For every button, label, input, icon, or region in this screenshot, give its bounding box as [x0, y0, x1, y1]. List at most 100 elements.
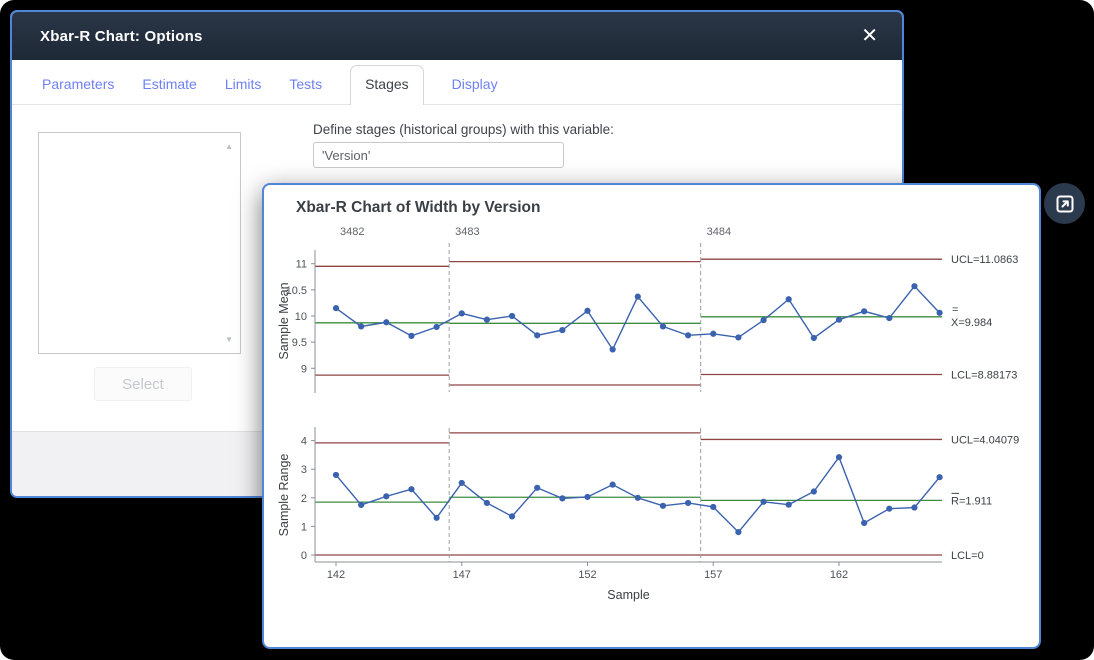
open-in-new-icon [1055, 194, 1075, 214]
limit-label: R=1.911 [951, 495, 992, 507]
mean-data-point [534, 332, 540, 338]
limit-label: LCL=0 [951, 550, 984, 562]
range-data-point [836, 454, 842, 460]
mean-data-point [509, 313, 515, 319]
y-tick-label: 11 [296, 259, 307, 271]
tab-tests[interactable]: Tests [289, 66, 322, 104]
y-tick-label: 0 [301, 550, 307, 562]
x-tick-label: 157 [704, 569, 722, 581]
stage-label: 3483 [455, 226, 479, 238]
mean-data-point [886, 315, 892, 321]
tab-display[interactable]: Display [452, 66, 498, 104]
mean-data-point [836, 317, 842, 323]
mean-data-point [610, 346, 616, 352]
range-data-point [534, 485, 540, 491]
mean-data-point [811, 335, 817, 341]
tab-stages[interactable]: Stages [350, 65, 424, 105]
range-data-point [710, 504, 716, 510]
range-data-point [484, 500, 490, 506]
define-stages-label: Define stages (historical groups) with t… [313, 122, 614, 137]
y-tick-label: 9 [301, 363, 307, 375]
mean-data-point [434, 324, 440, 330]
close-icon[interactable]: ✕ [855, 24, 884, 48]
mean-data-point [710, 331, 716, 337]
range-data-point [811, 488, 817, 494]
x-tick-label: 162 [830, 569, 848, 581]
mean-data-point [735, 334, 741, 340]
range-data-point [459, 480, 465, 486]
mean-data-point [383, 319, 389, 325]
range-data-point [937, 474, 943, 480]
mean-data-point [584, 308, 590, 314]
range-series-line [336, 457, 940, 532]
mean-data-point [685, 332, 691, 338]
limit-label: UCL=4.04079 [951, 434, 1019, 446]
range-data-point [861, 520, 867, 526]
select-button[interactable]: Select [94, 367, 192, 401]
y-tick-label: 1 [301, 521, 307, 533]
range-data-point [760, 499, 766, 505]
range-data-point [434, 515, 440, 521]
range-data-point [685, 500, 691, 506]
scroll-up-icon[interactable]: ▲ [225, 142, 233, 151]
mean-data-point [635, 294, 641, 300]
mean-data-point [861, 308, 867, 314]
limit-label: LCL=8.88173 [951, 369, 1017, 381]
screen: Xbar-R Chart: Options ✕ Parameters Estim… [0, 0, 1094, 660]
xbar-r-chart: 34823483348499.51010.511Sample Mean01234… [264, 185, 1035, 643]
mean-data-point [358, 323, 364, 329]
mean-data-point [660, 323, 666, 329]
mean-data-point [408, 333, 414, 339]
range-data-point [383, 493, 389, 499]
range-chart: 0 1 2 3 4 Sample Range 142 147 152 157 162 Sample [277, 427, 943, 602]
range-data-point [911, 504, 917, 510]
y-tick-label: 3 [301, 464, 307, 476]
mean-data-point [760, 317, 766, 323]
y-axis-title: Sample Range [277, 454, 291, 537]
range-data-point [660, 503, 666, 509]
range-data-point [610, 482, 616, 488]
y-tick-label: 2 [301, 493, 307, 505]
x-axis-title: Sample [607, 588, 649, 602]
tab-bar: Parameters Estimate Limits Tests Stages … [12, 60, 902, 105]
limit-label: UCL=11.0863 [951, 254, 1018, 266]
range-data-point [886, 506, 892, 512]
mean-data-point [786, 296, 792, 302]
limit-label: = [952, 304, 958, 316]
range-data-point [509, 513, 515, 519]
mean-data-point [911, 283, 917, 289]
y-tick-label: 4 [301, 436, 307, 448]
mean-data-point [484, 317, 490, 323]
tab-limits[interactable]: Limits [225, 66, 262, 104]
mean-data-point [459, 310, 465, 316]
y-axis-title: Sample Mean [277, 282, 291, 359]
y-tick-label: 9.5 [292, 337, 307, 349]
range-data-point [559, 495, 565, 501]
tab-estimate[interactable]: Estimate [142, 66, 196, 104]
stage-variable-input[interactable] [313, 142, 564, 168]
y-tick-label: 10 [295, 311, 307, 323]
dialog-title: Xbar-R Chart: Options [40, 28, 855, 45]
x-tick-label: 147 [453, 569, 471, 581]
range-data-point [584, 494, 590, 500]
tab-parameters[interactable]: Parameters [42, 66, 114, 104]
xbar-r-chart-window: Xbar-R Chart of Width by Version 3482348… [262, 183, 1041, 649]
x-tick-label: 152 [578, 569, 596, 581]
scroll-down-icon[interactable]: ▼ [225, 335, 233, 344]
stage-label: 3484 [707, 226, 731, 238]
stage-label: 3482 [340, 226, 364, 238]
mean-data-point [333, 305, 339, 311]
expand-chart-button[interactable] [1044, 183, 1085, 224]
variables-listbox[interactable]: ▲ ▼ [38, 132, 241, 354]
x-tick-label: 142 [327, 569, 345, 581]
limit-label: X=9.984 [951, 317, 992, 329]
dialog-titlebar: Xbar-R Chart: Options ✕ [12, 12, 902, 60]
range-data-point [786, 502, 792, 508]
range-data-point [333, 472, 339, 478]
mean-chart: 99.51010.511Sample Mean [277, 243, 943, 393]
range-data-point [408, 486, 414, 492]
mean-data-point [559, 327, 565, 333]
mean-data-point [937, 310, 943, 316]
range-data-point [635, 495, 641, 501]
range-data-point [358, 502, 364, 508]
